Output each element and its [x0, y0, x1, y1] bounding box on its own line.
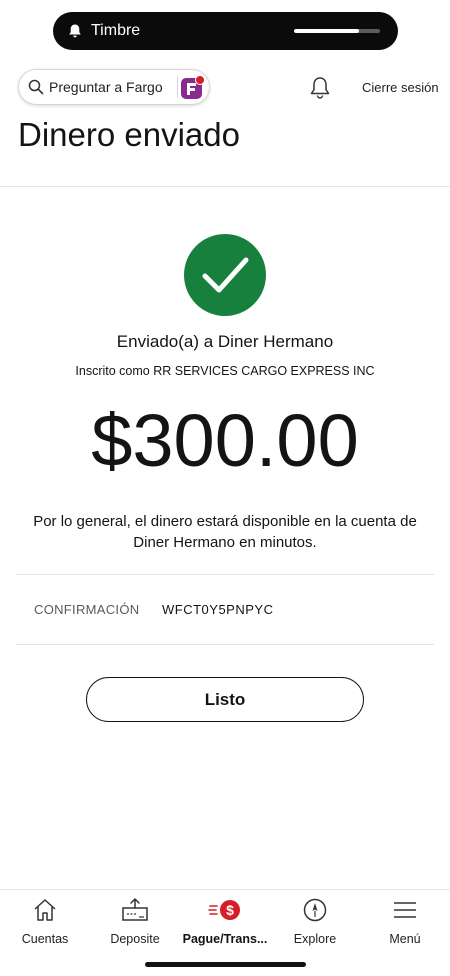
compass-icon: [303, 898, 327, 922]
divider: [16, 644, 434, 645]
nav-label: Deposite: [110, 932, 160, 946]
confirmation-number: WFCT0Y5PNPYC: [162, 602, 274, 617]
nav-item-deposit[interactable]: Deposite: [90, 896, 180, 946]
notification-progress-fill: [294, 29, 359, 33]
recipient-text: Enviado(a) a Diner Hermano: [116, 332, 334, 351]
notification-banner[interactable]: Timbre: [53, 12, 398, 50]
svg-text:$: $: [226, 902, 234, 918]
nav-item-menu[interactable]: Menú: [360, 896, 450, 946]
nav-label: Pague/Trans...: [182, 932, 268, 946]
home-icon: [34, 899, 56, 921]
search-icon: [28, 79, 44, 95]
search-divider: [177, 76, 178, 98]
nav-label: Cuentas: [21, 932, 69, 946]
nav-label: Menú: [389, 932, 421, 946]
bell-icon[interactable]: [309, 76, 331, 100]
logout-link[interactable]: Cierre sesión: [362, 80, 439, 95]
checkmark-icon: [202, 257, 249, 293]
search-placeholder: Preguntar a Fargo: [49, 79, 163, 95]
notification-progress: [294, 29, 380, 33]
amount-sent: $300.00: [91, 399, 359, 482]
divider: [16, 574, 434, 575]
deposit-check-icon: [122, 898, 148, 921]
header-divider: [0, 186, 450, 187]
fargo-assistant-icon[interactable]: [180, 75, 206, 101]
nav-item-explore[interactable]: Explore: [270, 896, 360, 946]
page-title: Dinero enviado: [18, 116, 240, 153]
pay-transfer-icon: $: [208, 900, 240, 920]
nav-label: Explore: [293, 932, 337, 946]
confirmation-label: CONFIRMACIÓN: [34, 602, 140, 617]
done-button[interactable]: Listo: [86, 677, 364, 722]
hamburger-menu-icon: [394, 902, 416, 918]
nav-item-accounts[interactable]: Cuentas: [0, 896, 90, 946]
enrolled-as-text: Inscrito como RR SERVICES CARGO EXPRESS …: [75, 364, 375, 378]
notification-label: Timbre: [91, 22, 141, 39]
success-badge: [184, 234, 266, 316]
availability-note: Por lo general, el dinero estará disponi…: [33, 513, 417, 551]
nav-item-pay-transfer[interactable]: $ Pague/Trans...: [180, 896, 270, 946]
bell-icon: [69, 24, 81, 38]
home-indicator[interactable]: [145, 962, 306, 967]
